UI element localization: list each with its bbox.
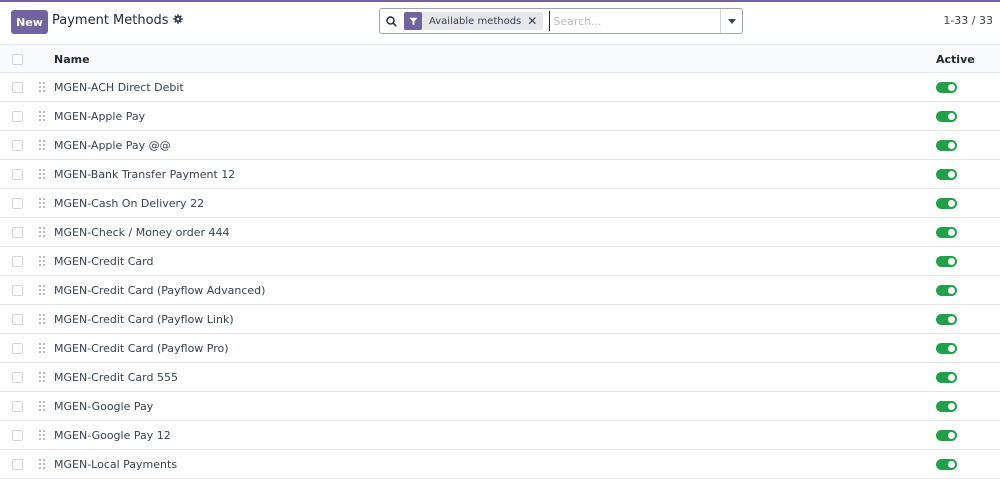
active-toggle[interactable] (936, 256, 957, 267)
row-checkbox[interactable] (12, 372, 23, 383)
row-checkbox[interactable] (12, 430, 23, 441)
row-checkbox[interactable] (12, 169, 23, 180)
table-header: Name Active (0, 44, 1000, 73)
drag-handle-icon[interactable] (38, 284, 46, 296)
row-name: MGEN-Credit Card (54, 255, 154, 268)
row-checkbox[interactable] (12, 285, 23, 296)
row-checkbox[interactable] (12, 82, 23, 93)
drag-handle-icon[interactable] (38, 168, 46, 180)
gear-icon[interactable] (172, 14, 183, 27)
active-toggle[interactable] (936, 459, 957, 470)
drag-handle-icon[interactable] (38, 371, 46, 383)
table-row[interactable]: MGEN-ACH Direct Debit (0, 73, 1000, 102)
chevron-down-icon[interactable] (720, 9, 742, 33)
row-name: MGEN-Google Pay (54, 400, 154, 413)
search-icon[interactable] (380, 9, 402, 33)
select-all-checkbox[interactable] (12, 54, 23, 65)
row-checkbox[interactable] (12, 140, 23, 151)
table-row[interactable]: MGEN-Credit Card (Payflow Advanced) (0, 276, 1000, 305)
control-panel: New Payment Methods Available methods ✕ … (0, 2, 1000, 44)
drag-handle-icon[interactable] (38, 81, 46, 93)
close-icon[interactable]: ✕ (527, 14, 543, 28)
table-row[interactable]: MGEN-Apple Pay (0, 102, 1000, 131)
active-toggle[interactable] (936, 227, 957, 238)
drag-handle-icon[interactable] (38, 226, 46, 238)
row-name: MGEN-Credit Card (Payflow Link) (54, 313, 234, 326)
payment-methods-list: Name Active MGEN-ACH Direct Debit MGEN-Ap… (0, 44, 1000, 479)
row-checkbox[interactable] (12, 459, 23, 470)
row-checkbox[interactable] (12, 111, 23, 122)
drag-handle-icon[interactable] (38, 110, 46, 122)
search-bar: Available methods ✕ (379, 8, 743, 34)
table-row[interactable]: MGEN-Credit Card 555 (0, 363, 1000, 392)
active-toggle[interactable] (936, 82, 957, 93)
page-title-text: Payment Methods (52, 13, 169, 28)
drag-handle-icon[interactable] (38, 429, 46, 441)
active-toggle[interactable] (936, 372, 957, 383)
table-row[interactable]: MGEN-Credit Card (Payflow Pro) (0, 334, 1000, 363)
table-row[interactable]: MGEN-Google Pay (0, 392, 1000, 421)
row-checkbox[interactable] (12, 198, 23, 209)
row-name: MGEN-Cash On Delivery 22 (54, 197, 205, 210)
row-name: MGEN-Google Pay 12 (54, 429, 171, 442)
drag-handle-icon[interactable] (38, 197, 46, 209)
active-toggle[interactable] (936, 140, 957, 151)
table-row[interactable]: MGEN-Local Payments (0, 450, 1000, 479)
drag-handle-icon[interactable] (38, 313, 46, 325)
table-row[interactable]: MGEN-Google Pay 12 (0, 421, 1000, 450)
facet-label: Available methods (429, 15, 522, 27)
row-name: MGEN-ACH Direct Debit (54, 81, 184, 94)
active-toggle[interactable] (936, 169, 957, 180)
row-name: MGEN-Credit Card (Payflow Pro) (54, 342, 229, 355)
active-toggle[interactable] (936, 198, 957, 209)
active-toggle[interactable] (936, 285, 957, 296)
table-row[interactable]: MGEN-Check / Money order 444 (0, 218, 1000, 247)
table-row[interactable]: MGEN-Credit Card (Payflow Link) (0, 305, 1000, 334)
drag-handle-icon[interactable] (38, 458, 46, 470)
table-row[interactable]: MGEN-Credit Card (0, 247, 1000, 276)
row-checkbox[interactable] (12, 401, 23, 412)
drag-handle-icon[interactable] (38, 139, 46, 151)
table-row[interactable]: MGEN-Apple Pay @@ (0, 131, 1000, 160)
drag-handle-icon[interactable] (38, 400, 46, 412)
active-toggle[interactable] (936, 343, 957, 354)
drag-handle-icon[interactable] (38, 342, 46, 354)
row-name: MGEN-Check / Money order 444 (54, 226, 230, 239)
row-name: MGEN-Credit Card (Payflow Advanced) (54, 284, 266, 297)
row-name: MGEN-Apple Pay @@ (54, 139, 171, 152)
table-row[interactable]: MGEN-Bank Transfer Payment 12 (0, 160, 1000, 189)
row-name: MGEN-Bank Transfer Payment 12 (54, 168, 236, 181)
drag-handle-icon[interactable] (38, 255, 46, 267)
row-name: MGEN-Credit Card 555 (54, 371, 178, 384)
row-checkbox[interactable] (12, 256, 23, 267)
new-button[interactable]: New (11, 10, 48, 34)
row-name: MGEN-Apple Pay (54, 110, 146, 123)
row-checkbox[interactable] (12, 227, 23, 238)
active-toggle[interactable] (936, 111, 957, 122)
pager-value[interactable]: 1-33 / 33 (943, 14, 993, 27)
column-header-name[interactable]: Name (54, 53, 90, 66)
page-title: Payment Methods (52, 13, 183, 28)
search-facet: Available methods ✕ (404, 12, 544, 30)
active-toggle[interactable] (936, 314, 957, 325)
row-name: MGEN-Local Payments (54, 458, 178, 471)
row-checkbox[interactable] (12, 343, 23, 354)
search-input[interactable] (549, 11, 728, 31)
active-toggle[interactable] (936, 401, 957, 412)
active-toggle[interactable] (936, 430, 957, 441)
table-row[interactable]: MGEN-Cash On Delivery 22 (0, 189, 1000, 218)
row-checkbox[interactable] (12, 314, 23, 325)
column-header-active[interactable]: Active (936, 53, 975, 66)
filter-icon (404, 12, 422, 30)
